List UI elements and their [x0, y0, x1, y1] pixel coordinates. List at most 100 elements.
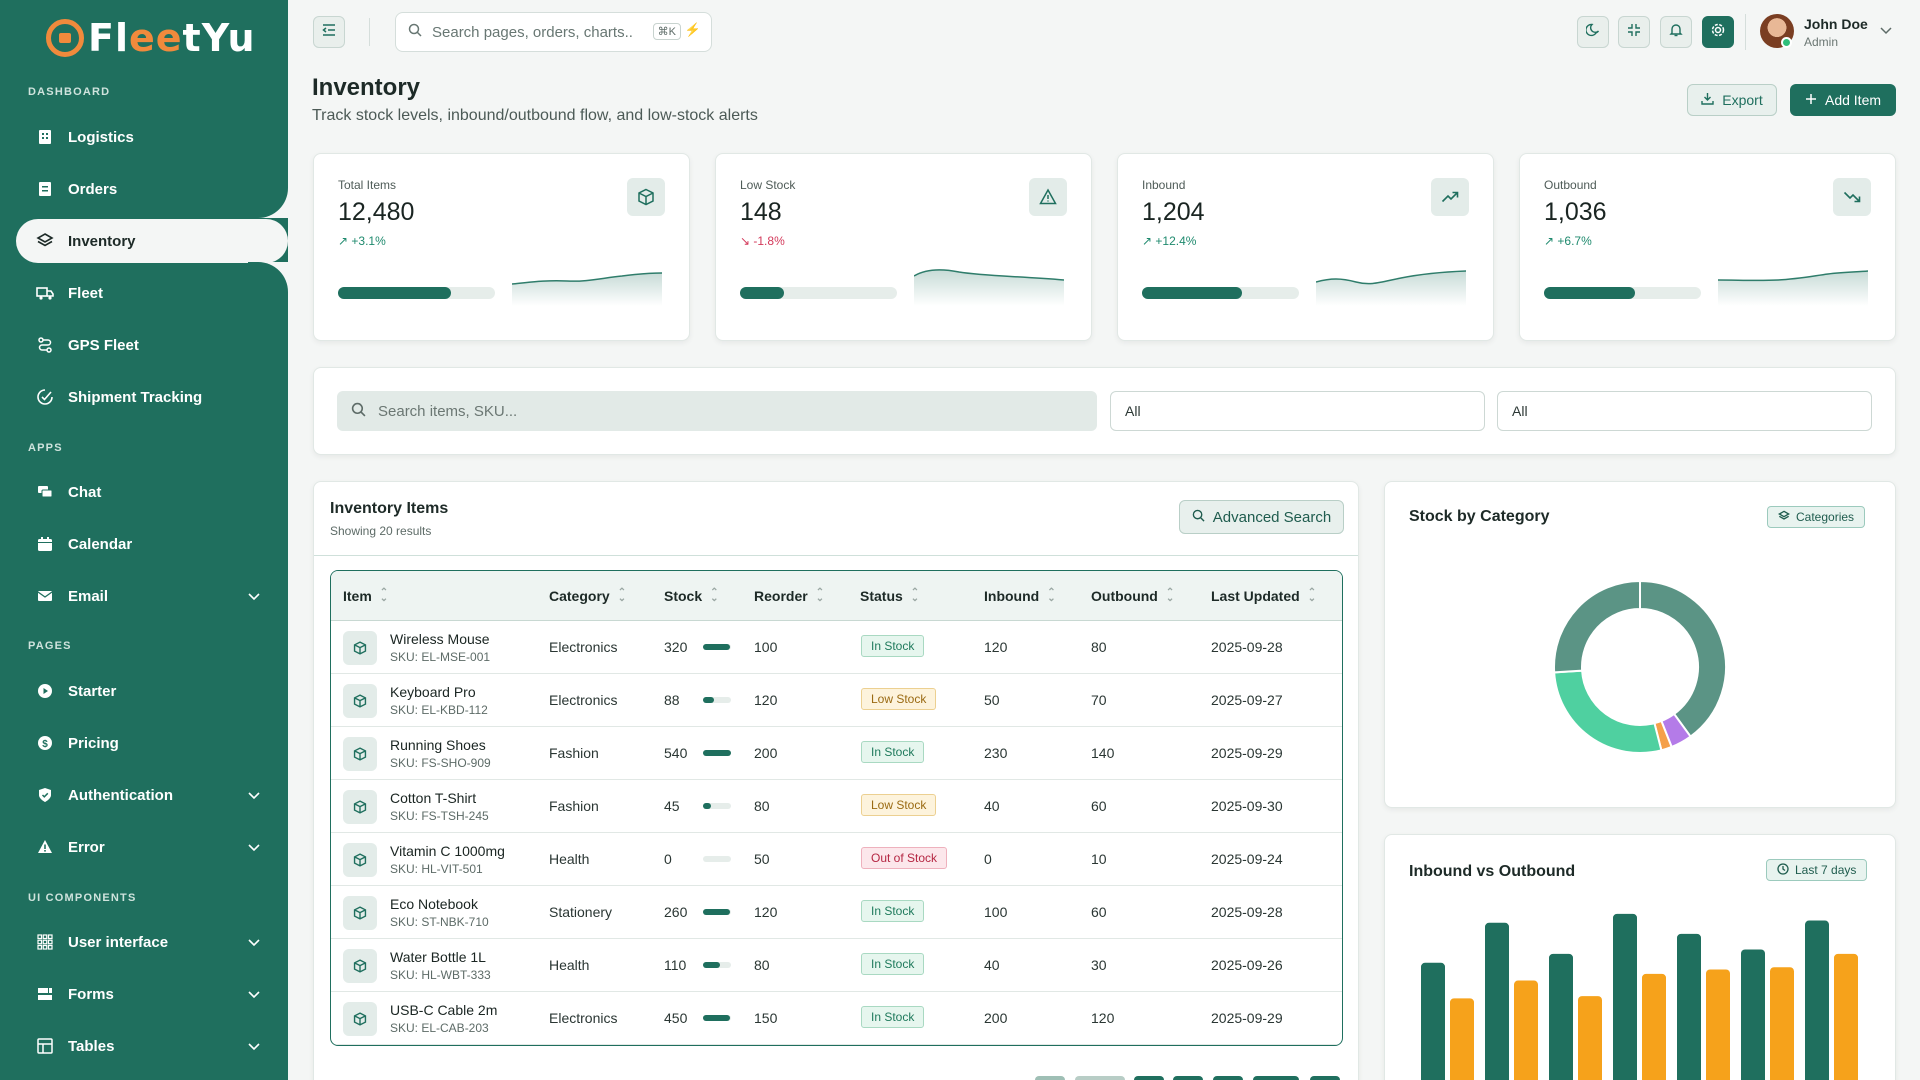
theme-toggle-button[interactable] [1577, 16, 1609, 48]
pagination-button[interactable] [1213, 1076, 1243, 1080]
item-search-input[interactable]: Search items, SKU... [337, 391, 1097, 431]
stock-level-bar [703, 1015, 731, 1021]
stat-label: Outbound [1544, 178, 1597, 192]
column-header-inbound[interactable]: Inbound ⌃ ⌄ [984, 588, 1056, 605]
user-name[interactable]: John Doe [1804, 16, 1868, 32]
bell-icon [1669, 23, 1683, 42]
settings-button[interactable] [1702, 16, 1734, 48]
inventory-table-card: Inventory Items Showing 20 results Advan… [313, 481, 1359, 1080]
status-filter-value: All [1512, 403, 1528, 419]
inbound-cell: 230 [984, 745, 1008, 761]
sidebar-item-tables[interactable]: Tables [16, 1024, 272, 1068]
export-label: Export [1722, 92, 1763, 108]
stat-card[interactable]: Inbound 1,204 ↗ +12.4% [1117, 153, 1494, 341]
column-header-category[interactable]: Category ⌃ ⌄ [549, 588, 626, 605]
form-icon [36, 985, 54, 1003]
sidebar-item-logistics[interactable]: Logistics [16, 115, 272, 159]
categories-button[interactable]: Categories [1767, 506, 1866, 528]
outbound-cell: 80 [1091, 639, 1107, 655]
sidebar-item-fleet[interactable]: Fleet [16, 271, 272, 315]
sidebar-item-pricing[interactable]: $ Pricing [16, 721, 272, 765]
sidebar-item-calendar[interactable]: Calendar [16, 522, 272, 566]
stat-card[interactable]: Total Items 12,480 ↗ +3.1% [313, 153, 690, 341]
category-filter-select[interactable]: All [1110, 391, 1485, 431]
chart-bar[interactable] [1613, 913, 1637, 1080]
donut-slice[interactable] [1553, 669, 1663, 754]
column-header-reorder[interactable]: Reorder ⌃ ⌄ [754, 588, 824, 605]
sidebar-item-label: Forms [68, 985, 114, 1003]
chart-bar[interactable] [1741, 949, 1765, 1080]
stat-card[interactable]: Outbound 1,036 ↗ +6.7% [1519, 153, 1896, 341]
table-row[interactable]: Wireless Mouse SKU: EL-MSE-001 Electronics… [331, 621, 1342, 674]
sidebar-item-chat[interactable]: Chat [16, 470, 272, 514]
chart-bar[interactable] [1805, 920, 1829, 1080]
sidebar-item-shipment-tracking[interactable]: Shipment Tracking [16, 375, 272, 419]
table-row[interactable]: Running Shoes SKU: FS-SHO-909 Fashion 540 20… [331, 727, 1342, 780]
donut-slice[interactable] [1639, 579, 1727, 738]
chart-bar[interactable] [1578, 996, 1602, 1080]
pagination-button[interactable] [1134, 1076, 1164, 1080]
stock-cell: 45 [664, 798, 680, 814]
chart-bar[interactable] [1642, 973, 1666, 1080]
advanced-search-button[interactable]: Advanced Search [1179, 500, 1344, 534]
sidebar-item-starter[interactable]: Starter [16, 669, 272, 713]
column-header-outbound[interactable]: Outbound ⌃ ⌄ [1091, 588, 1174, 605]
table-row[interactable]: Vitamin C 1000mg SKU: HL-VIT-501 Health 0 50… [331, 833, 1342, 886]
chart-bar[interactable] [1549, 953, 1573, 1080]
stock-level-fill [703, 644, 730, 650]
column-header-stock[interactable]: Stock ⌃ ⌄ [664, 588, 719, 605]
column-header-status[interactable]: Status ⌃ ⌄ [860, 588, 919, 605]
outbound-cell: 60 [1091, 798, 1107, 814]
stock-cell: 320 [664, 639, 688, 655]
add-item-button[interactable]: Add Item [1790, 84, 1896, 116]
chart-bar[interactable] [1834, 953, 1858, 1080]
chart-bar[interactable] [1514, 980, 1538, 1080]
chart-bar[interactable] [1450, 998, 1474, 1080]
column-header-last-updated[interactable]: Last Updated ⌃ ⌄ [1211, 588, 1316, 605]
fullscreen-button[interactable] [1618, 16, 1650, 48]
pagination-button[interactable] [1075, 1076, 1125, 1080]
sidebar-item-authentication[interactable]: Authentication [16, 773, 272, 817]
donut-slice[interactable] [1553, 579, 1641, 674]
sidebar-item-error[interactable]: Error [16, 825, 272, 869]
table-row[interactable]: Eco Notebook SKU: ST-NBK-710 Stationery 260… [331, 886, 1342, 939]
chart-bar[interactable] [1677, 933, 1701, 1080]
sidebar-item-forms[interactable]: Forms [16, 972, 272, 1016]
last-updated-cell: 2025-09-29 [1211, 1010, 1283, 1026]
chart-bar[interactable] [1706, 969, 1730, 1080]
advanced-search-label: Advanced Search [1212, 508, 1332, 526]
sidebar-item-gps-fleet[interactable]: GPS Fleet [16, 323, 272, 367]
global-search-input[interactable]: Search pages, orders, charts.. ⌘K ⚡ [395, 12, 712, 52]
column-header-item[interactable]: Item ⌃ ⌄ [343, 588, 388, 605]
reorder-cell: 120 [754, 904, 778, 920]
table-row[interactable]: USB-C Cable 2m SKU: EL-CAB-203 Electronics… [331, 992, 1342, 1045]
table-row[interactable]: Cotton T-Shirt SKU: FS-TSH-245 Fashion 45 80… [331, 780, 1342, 833]
sidebar-item-user-interface[interactable]: User interface [16, 920, 272, 964]
export-button[interactable]: Export [1687, 84, 1777, 116]
online-status-dot [1781, 37, 1792, 48]
table-row[interactable]: Water Bottle 1L SKU: HL-WBT-333 Health 110 8… [331, 939, 1342, 992]
status-filter-select[interactable]: All [1497, 391, 1872, 431]
pagination-button[interactable] [1310, 1076, 1340, 1080]
stat-card[interactable]: Low Stock 148 ↘ -1.8% [715, 153, 1092, 341]
item-name: USB-C Cable 2m [390, 1002, 498, 1018]
brand-logo[interactable]: FleetYu [46, 16, 256, 60]
last-updated-cell: 2025-09-28 [1211, 639, 1283, 655]
chart-bar[interactable] [1421, 962, 1445, 1080]
inbound-cell: 40 [984, 798, 1000, 814]
user-role: Admin [1804, 35, 1839, 49]
notifications-button[interactable] [1660, 16, 1692, 48]
chart-bar[interactable] [1770, 967, 1794, 1080]
sidebar-item-email[interactable]: Email [16, 574, 272, 618]
sidebar-item-orders[interactable]: Orders [16, 167, 272, 211]
sidebar-toggle-button[interactable] [313, 16, 345, 48]
sidebar-item-label: Chat [68, 483, 102, 501]
chart-bar[interactable] [1485, 922, 1509, 1080]
pagination-button[interactable] [1253, 1076, 1299, 1080]
table-row[interactable]: Keyboard Pro SKU: EL-KBD-112 Electronics 88… [331, 674, 1342, 727]
search-placeholder: Search pages, orders, charts.. [432, 23, 633, 41]
chevron-down-icon[interactable] [1880, 24, 1892, 38]
pagination-button[interactable] [1173, 1076, 1203, 1080]
pagination-button[interactable] [1035, 1076, 1065, 1080]
sidebar-item-inventory[interactable]: Inventory [16, 219, 288, 263]
